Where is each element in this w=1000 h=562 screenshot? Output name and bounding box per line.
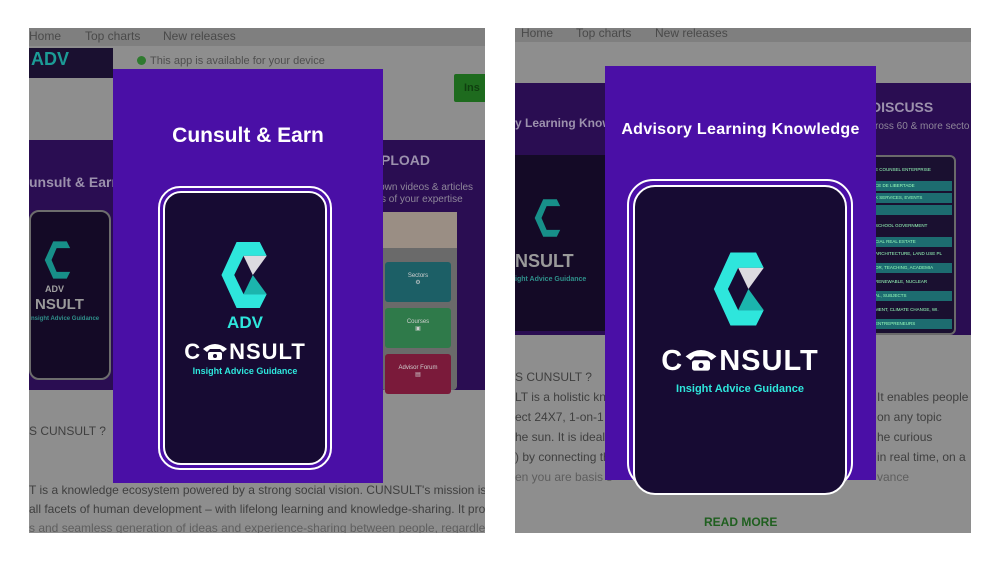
sector-list-item[interactable]: CIAL REAL ESTATE: [872, 237, 952, 247]
nav-home-link[interactable]: Home: [29, 29, 61, 43]
logo-tagline: Insight Advice Guidance: [192, 366, 298, 376]
banner-right-caption: PLOAD: [381, 152, 430, 168]
sector-list-item[interactable]: CE DE LIBERTADE: [872, 181, 952, 191]
telephone-icon: [683, 346, 719, 371]
screenshot-card-consult-earn[interactable]: Cunsult & Earn ADV C NSULT Insight Advice…: [113, 69, 383, 483]
card-title: Cunsult & Earn: [172, 124, 324, 147]
description-line: en you are basis s: [515, 470, 613, 484]
logo-word-prefix: C: [661, 345, 684, 377]
mini-phone-preview: ADV NSULT nsight Advice Guidance: [29, 210, 111, 380]
nav-home-link[interactable]: Home: [521, 28, 553, 40]
nav-new-releases-link[interactable]: New releases: [655, 28, 728, 40]
sector-list-phone: E COUNSEL ENTERPRISE CE DE LIBERTADE K S…: [870, 155, 956, 335]
sector-list-item[interactable]: [872, 205, 952, 215]
banner-left-caption: y Learning Know: [515, 116, 612, 130]
tile-courses[interactable]: Courses ▣: [385, 308, 451, 348]
logo-word-prefix: C: [184, 339, 202, 364]
description-line: ect 24X7, 1-on-1 v: [515, 410, 614, 424]
mini-tagline: ight Advice Guidance: [515, 276, 587, 283]
gear-icon: ⚙: [415, 280, 421, 286]
description-line: on any topic: [877, 410, 942, 424]
sector-list-item[interactable]: MENT, CLIMATE CHANGE, WI.: [872, 305, 952, 315]
screenshot-panel-left: Home Top charts New releases ADV This ap…: [29, 28, 485, 533]
header-logo-text: ADV: [31, 49, 70, 69]
mini-tiles-phone: Sectors ⚙ Courses ▣ Advisor Forum ▤: [381, 212, 457, 394]
mini-adv-label: ADV: [45, 284, 65, 294]
header-app-logo: ADV: [29, 48, 113, 78]
tile-courses-label: Courses: [406, 319, 430, 325]
phone-screen: ADV C NSULT Insight Advice Guidance: [163, 191, 327, 465]
tile-sectors[interactable]: Sectors ⚙: [385, 262, 451, 302]
mini-c-logo-icon: [534, 199, 561, 237]
sector-list-item[interactable]: AL, SUBJECTS: [872, 291, 952, 301]
logo-tagline: Insight Advice Guidance: [676, 383, 804, 395]
read-more-link[interactable]: READ MORE: [704, 515, 777, 529]
section-heading: S CUNSULT ?: [515, 370, 592, 384]
install-button[interactable]: Ins: [454, 74, 485, 102]
logo-word-suffix: NSULT: [229, 339, 306, 364]
mini-consult-word: NSULT: [35, 296, 84, 313]
mini-tagline: nsight Advice Guidance: [31, 316, 100, 322]
logo-word-suffix: NSULT: [719, 345, 819, 377]
description-line: It enables people: [877, 390, 969, 404]
nav-top-charts-link[interactable]: Top charts: [85, 29, 140, 43]
people-photo: [381, 212, 457, 248]
nav-top-charts-link[interactable]: Top charts: [576, 28, 631, 40]
courses-icon: ▣: [415, 326, 421, 332]
phone-screen: C NSULT Insight Advice Guidance: [633, 185, 847, 495]
logo-consult-word: C NSULT: [635, 345, 845, 378]
tile-advisor-forum[interactable]: Advisor Forum ▤: [385, 354, 451, 394]
screenshot-panel-right: Home Top charts New releases y Learning …: [515, 28, 971, 533]
screenshot-card-advisory-learning[interactable]: Advisory Learning Knowledge C NSULT Insig…: [605, 66, 876, 495]
logo-adv-text: ADV: [227, 313, 263, 332]
phone-frame: ADV C NSULT Insight Advice Guidance: [158, 186, 332, 470]
description-line: vance: [877, 470, 910, 484]
sector-list-item[interactable]: ARCHITECTURE, LAND USE PL: [872, 249, 952, 259]
phone-frame: C NSULT Insight Advice Guidance: [627, 179, 853, 495]
top-nav: Home Top charts New releases: [515, 28, 971, 42]
sector-list-item[interactable]: OR, TEACHING, ACADEMIA: [872, 263, 952, 273]
c-logo-icon: [221, 241, 267, 309]
banner-right-caption: DISCUSS: [871, 99, 934, 115]
mini-phone-preview: NSULT ight Advice Guidance: [515, 155, 607, 331]
mini-c-logo-icon: [44, 241, 71, 279]
sector-list-item[interactable]: SCHOOL GOVERNMENT: [872, 221, 952, 231]
description-line-2: all facets of human development – with l…: [29, 502, 485, 516]
sector-list-item[interactable]: E COUNSEL ENTERPRISE: [872, 165, 952, 175]
availability-note: This app is available for your device: [137, 55, 325, 67]
banner-right-subtitle: ross 60 & more secto: [875, 121, 970, 132]
tile-sectors-label: Sectors: [407, 273, 429, 279]
logo-consult-word: C NSULT: [165, 339, 325, 365]
section-heading: S CUNSULT ?: [29, 424, 106, 438]
banner-left-caption: unsult & Earn: [29, 174, 121, 190]
mini-consult-word: NSULT: [515, 251, 574, 271]
description-line: LT is a holistic kno: [515, 390, 613, 404]
tile-forum-label: Advisor Forum: [398, 365, 438, 371]
check-icon: [137, 56, 146, 65]
sector-list-item[interactable]: K SERVICES, EVENTS: [872, 193, 952, 203]
description-line: he sun. It is ideal f: [515, 430, 612, 444]
description-line-1: T is a knowledge ecosystem powered by a …: [29, 483, 485, 497]
c-logo-icon: [713, 252, 764, 326]
sector-list-item[interactable]: RENEWABLE, NUCLEAR: [872, 277, 952, 287]
top-nav: Home Top charts New releases: [29, 28, 485, 46]
description-line: in real time, on a: [877, 450, 966, 464]
description-line-3: s and seamless generation of ideas and e…: [29, 521, 485, 533]
availability-text: This app is available for your device: [150, 55, 325, 67]
description-line: he curious: [877, 430, 933, 444]
banner-right-subtitle-1: r own videos & articles: [373, 182, 474, 193]
description-line: ) by connecting th: [515, 450, 610, 464]
card-title: Advisory Learning Knowledge: [621, 121, 860, 138]
banner-right-subtitle-2: s of your expertise: [381, 194, 463, 205]
forum-icon: ▤: [415, 372, 421, 378]
telephone-icon: [201, 341, 229, 360]
nav-new-releases-link[interactable]: New releases: [163, 29, 236, 43]
sector-list-item[interactable]: ENTREPRENEURS: [872, 319, 952, 329]
